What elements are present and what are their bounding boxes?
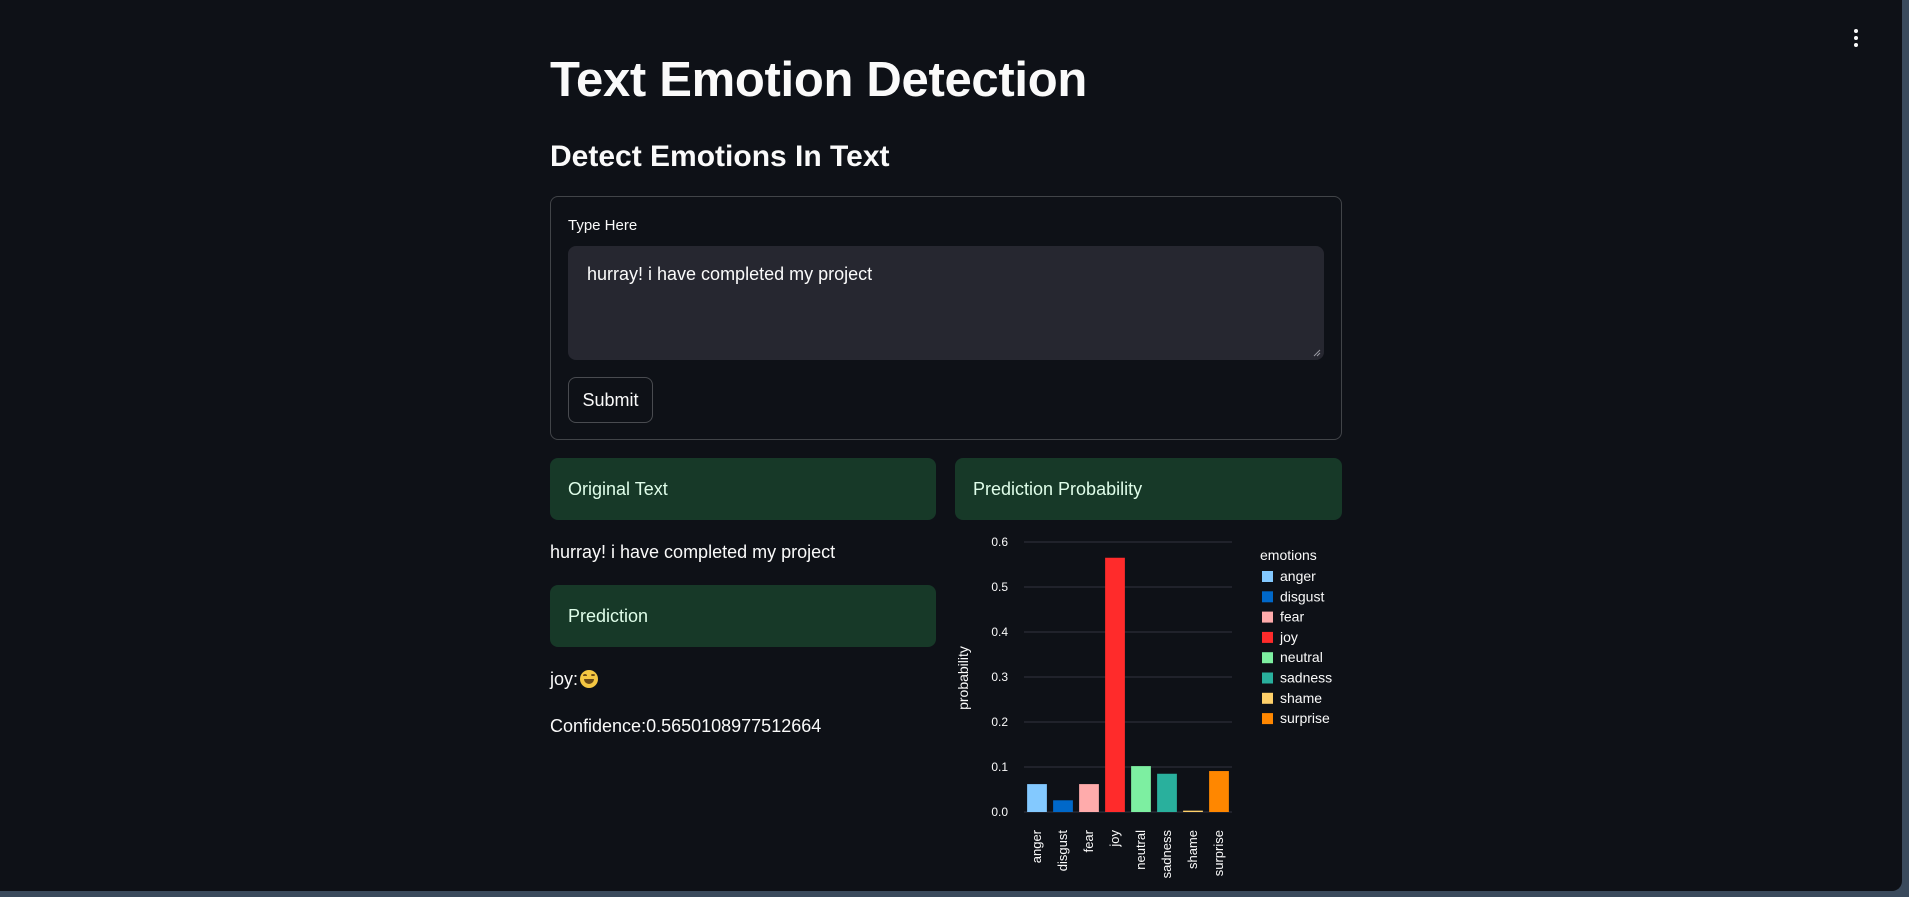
- x-tick-label: joy: [1107, 830, 1122, 848]
- legend-item-disgust[interactable]: disgust: [1280, 588, 1324, 604]
- legend-swatch: [1262, 672, 1273, 684]
- x-tick-label: disgust: [1055, 830, 1070, 872]
- prediction-header: Prediction: [550, 585, 936, 647]
- legend-item-surprise[interactable]: surprise: [1280, 710, 1330, 726]
- legend-swatch: [1262, 692, 1273, 704]
- legend-swatch: [1262, 611, 1273, 623]
- bar-shame[interactable]: [1183, 810, 1203, 812]
- chart-y-axis-label: probability: [955, 646, 971, 710]
- bar-fear[interactable]: [1079, 784, 1099, 812]
- legend-swatch: [1262, 571, 1273, 582]
- text-input-value: hurray! i have completed my project: [587, 264, 873, 284]
- prediction-value: joy:: [550, 669, 579, 689]
- vertical-ellipsis-icon: [1854, 29, 1858, 33]
- chart-x-ticks: anger disgust fear joy neutral sadness shame su…: [1029, 829, 1226, 878]
- x-tick-label: anger: [1029, 829, 1044, 863]
- legend-item-sadness[interactable]: sadness: [1280, 670, 1332, 686]
- x-tick-label: surprise: [1211, 830, 1226, 876]
- x-tick-label: sadness: [1159, 830, 1174, 879]
- legend-item-joy[interactable]: joy: [1279, 629, 1298, 645]
- main-menu-button[interactable]: [1848, 26, 1864, 50]
- text-input-label: Type Here: [568, 217, 638, 234]
- legend-item-anger[interactable]: anger: [1280, 568, 1316, 584]
- legend-item-neutral[interactable]: neutral: [1280, 649, 1323, 665]
- emotion-form: Type Here hurray! i have completed my pr…: [550, 196, 1342, 440]
- legend-swatch: [1262, 652, 1273, 664]
- chart-y-ticks: 0.0 0.1 0.2 0.3 0.4 0.5 0.6: [991, 535, 1008, 819]
- original-text-header: Original Text: [550, 458, 936, 520]
- x-tick-label: shame: [1185, 830, 1200, 869]
- text-input[interactable]: hurray! i have completed my project: [568, 246, 1324, 360]
- confidence-value: Confidence:0.5650108977512664: [550, 716, 822, 736]
- y-tick-label: 0.3: [991, 670, 1008, 684]
- y-tick-label: 0.0: [991, 805, 1008, 819]
- original-text-value: hurray! i have completed my project: [550, 542, 836, 562]
- chart-grid: [1024, 541, 1232, 813]
- probability-chart: 0.00.10.20.30.40.50.6 anger disgust fear jo…: [955, 535, 1332, 878]
- chart-bars: [1027, 557, 1229, 812]
- prediction-probability-header: Prediction Probability: [955, 458, 1342, 520]
- y-tick-label: 0.4: [991, 625, 1008, 639]
- chart-legend-title: emotions: [1260, 547, 1317, 563]
- legend-swatch: [1262, 591, 1273, 603]
- bar-sadness[interactable]: [1157, 773, 1177, 812]
- prediction-line: joy:: [550, 669, 599, 690]
- bar-neutral[interactable]: [1131, 766, 1151, 812]
- y-tick-label: 0.6: [991, 535, 1008, 549]
- app-container: Text Emotion Detection Detect Emotions I…: [0, 0, 1902, 891]
- bar-anger[interactable]: [1027, 784, 1047, 812]
- vertical-ellipsis-icon-dot: [1854, 43, 1858, 47]
- submit-button[interactable]: Submit: [568, 377, 653, 423]
- legend-swatch: [1262, 713, 1273, 725]
- legend-item-fear[interactable]: fear: [1280, 609, 1304, 625]
- bar-disgust[interactable]: [1053, 800, 1073, 812]
- chart-legend[interactable]: anger disgust fear joy neutral sadness shame su…: [1262, 568, 1332, 726]
- page-title: Text Emotion Detection: [550, 53, 1087, 107]
- legend-item-shame[interactable]: shame: [1280, 690, 1322, 706]
- resize-handle-icon[interactable]: [1313, 349, 1321, 357]
- x-tick-label: fear: [1081, 829, 1096, 852]
- legend-swatch: [1262, 631, 1273, 643]
- y-tick-label: 0.1: [991, 760, 1008, 774]
- vertical-ellipsis-icon-dot: [1854, 36, 1858, 40]
- y-tick-label: 0.5: [991, 580, 1008, 594]
- page-subtitle: Detect Emotions In Text: [550, 140, 890, 173]
- bar-surprise[interactable]: [1209, 771, 1229, 812]
- face-with-tears-of-joy-icon: [580, 670, 599, 688]
- y-tick-label: 0.2: [991, 715, 1008, 729]
- bar-joy[interactable]: [1105, 557, 1125, 812]
- x-tick-label: neutral: [1133, 830, 1148, 870]
